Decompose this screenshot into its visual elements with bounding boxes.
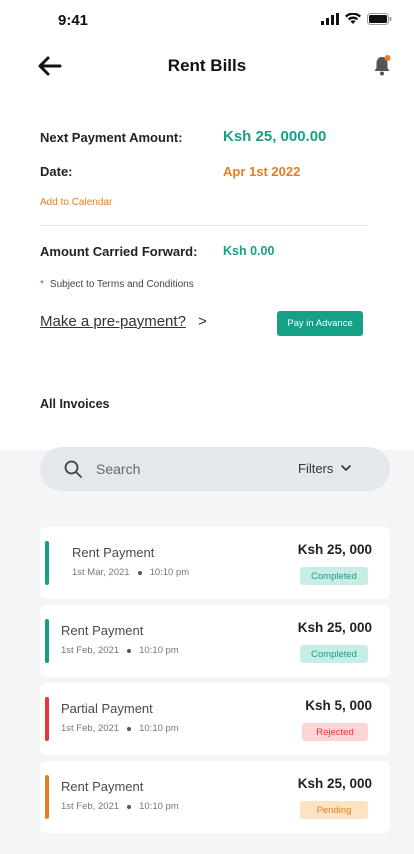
status-badge: Pending (300, 801, 368, 819)
invoice-date: 1st Feb, 2021 (61, 801, 120, 812)
pay-in-advance-button[interactable]: Pay in Advance (277, 311, 363, 336)
asterisk-icon: * (40, 279, 44, 290)
invoice-card[interactable]: Rent Payment 1st Feb, 2021 10:10 pm Ksh … (40, 605, 390, 677)
panel-edge (0, 90, 18, 450)
status-badge: Rejected (302, 723, 368, 741)
divider (40, 225, 368, 226)
search-icon (64, 460, 82, 478)
invoice-meta: 1st Mar, 2021 10:10 pm (72, 567, 189, 578)
status-icons (321, 13, 392, 25)
invoice-time: 10:10 pm (139, 801, 179, 812)
search-input[interactable] (96, 457, 266, 481)
status-indicator (45, 775, 49, 819)
dot-separator (127, 726, 132, 731)
invoice-title: Rent Payment (72, 545, 155, 560)
battery-icon (367, 13, 392, 25)
terms-note: * Subject to Terms and Conditions (40, 279, 194, 290)
status-indicator (45, 697, 49, 741)
date-label: Date: (40, 164, 73, 179)
dot-separator (127, 804, 132, 809)
bell-icon (374, 55, 391, 76)
all-invoices-heading: All Invoices (40, 397, 110, 411)
wifi-icon (345, 13, 361, 24)
filters-dropdown[interactable]: Filters (298, 461, 352, 476)
invoice-meta: 1st Feb, 2021 10:10 pm (61, 645, 179, 656)
invoice-meta: 1st Feb, 2021 10:10 pm (61, 723, 179, 734)
status-time: 9:41 (58, 12, 89, 29)
next-payment-label: Next Payment Amount: (40, 130, 183, 145)
dot-separator (127, 648, 132, 653)
next-payment-amount: Ksh 25, 000.00 (223, 128, 327, 145)
invoice-card[interactable]: Rent Payment 1st Mar, 2021 10:10 pm Ksh … (40, 527, 390, 599)
invoice-amount: Ksh 25, 000 (297, 542, 372, 557)
date-value: Apr 1st 2022 (223, 164, 301, 179)
filters-label: Filters (298, 461, 334, 476)
status-bar: 9:41 (0, 0, 414, 44)
status-indicator (45, 541, 49, 585)
invoice-date: 1st Feb, 2021 (61, 645, 120, 656)
status-badge: Completed (300, 567, 368, 585)
app-header: Rent Bills (0, 44, 414, 90)
invoice-title: Rent Payment (61, 623, 144, 638)
invoice-date: 1st Mar, 2021 (72, 567, 130, 578)
notifications-button[interactable] (372, 54, 392, 78)
invoice-time: 10:10 pm (139, 723, 179, 734)
invoice-meta: 1st Feb, 2021 10:10 pm (61, 801, 179, 812)
invoice-amount: Ksh 25, 000 (297, 620, 372, 635)
invoice-title: Partial Payment (61, 701, 153, 716)
carried-forward-value: Ksh 0.00 (223, 244, 275, 258)
prepayment-link[interactable]: Make a pre-payment? (40, 313, 186, 330)
status-indicator (45, 619, 49, 663)
invoice-time: 10:10 pm (149, 567, 190, 578)
page-title: Rent Bills (167, 56, 247, 75)
invoice-card[interactable]: Partial Payment 1st Feb, 2021 10:10 pm K… (40, 683, 390, 755)
invoice-title: Rent Payment (61, 779, 144, 794)
invoice-date: 1st Feb, 2021 (61, 723, 120, 734)
dot-separator (137, 570, 142, 575)
search-bar: Filters (40, 447, 390, 491)
add-to-calendar-link[interactable]: Add to Calendar (40, 197, 112, 208)
invoice-card[interactable]: Rent Payment 1st Feb, 2021 10:10 pm Ksh … (40, 761, 390, 833)
invoice-time: 10:10 pm (139, 645, 179, 656)
signal-icon (321, 13, 339, 25)
carried-forward-label: Amount Carried Forward: (40, 244, 198, 259)
chevron-down-icon (341, 465, 352, 471)
status-badge: Completed (300, 645, 368, 663)
terms-text: Subject to Terms and Conditions (49, 279, 194, 290)
invoice-amount: Ksh 25, 000 (297, 776, 372, 791)
invoice-amount: Ksh 5, 000 (305, 698, 372, 713)
chevron-right-icon[interactable]: > (198, 313, 207, 330)
